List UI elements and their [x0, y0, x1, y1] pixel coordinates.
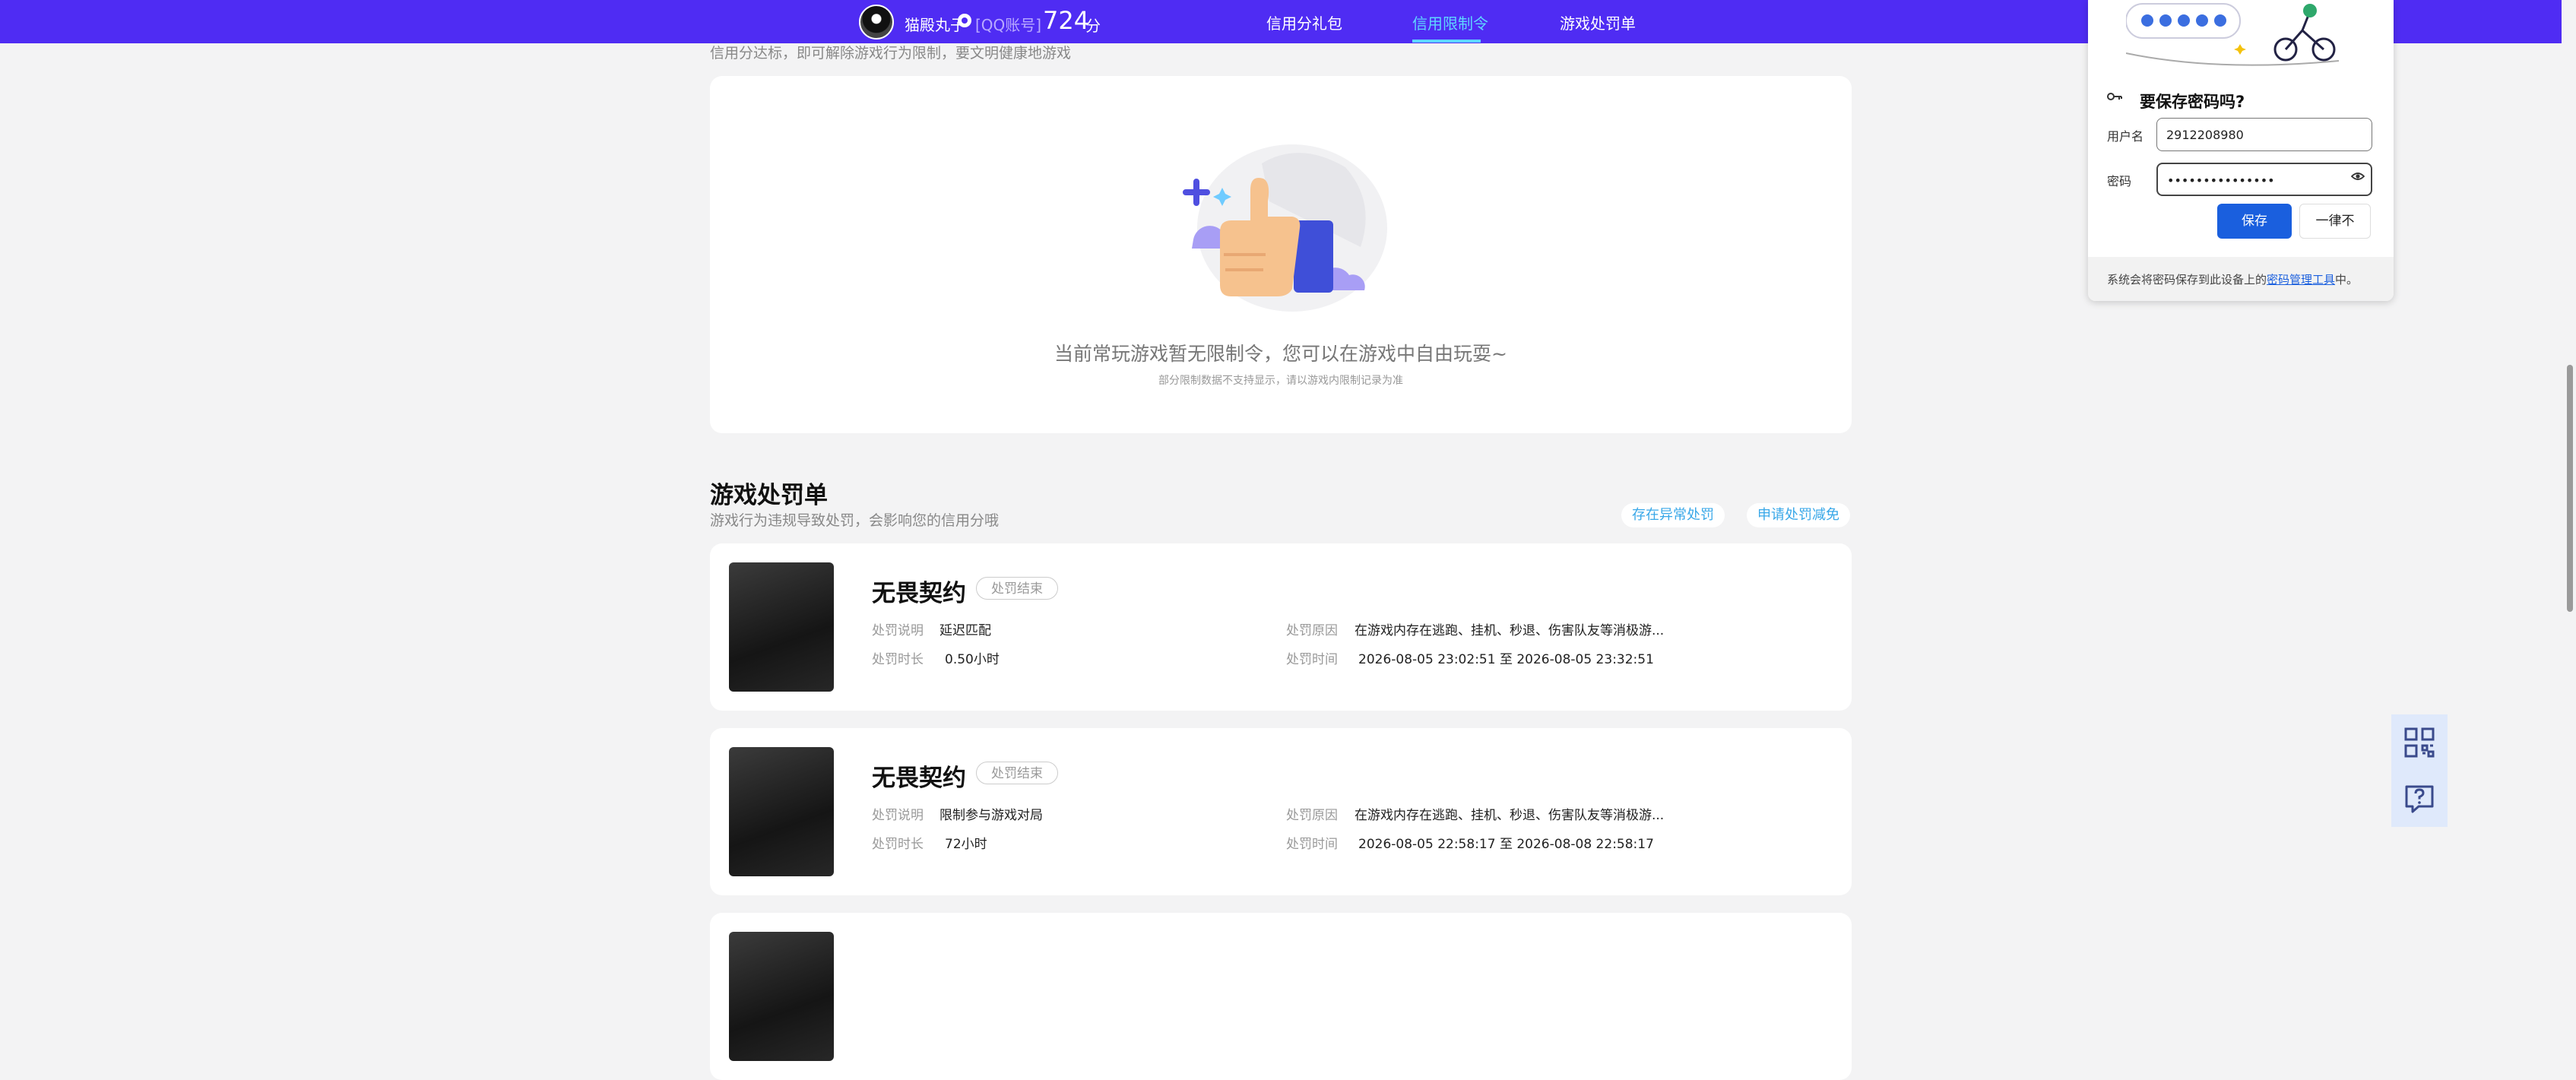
qr-code-icon — [2404, 727, 2435, 758]
save-password-title: 要保存密码吗? — [2140, 93, 2245, 111]
apply-penalty-reduction-button[interactable]: 申请处罚减免 — [1747, 503, 1850, 527]
empty-state-subtitle: 部分限制数据不支持显示，请以游戏内限制记录为准 — [1158, 375, 1403, 387]
penalty-duration-value: 72小时 — [945, 837, 987, 852]
username-label: 用户名 — [2107, 129, 2144, 144]
penalty-reason-label: 处罚原因 — [1286, 808, 1338, 823]
penalty-desc-value: 延迟匹配 — [939, 623, 991, 638]
credit-score: 724 — [1043, 6, 1090, 35]
eye-icon[interactable] — [2351, 172, 2365, 181]
penalty-time-label: 处罚时间 — [1286, 837, 1338, 852]
key-icon — [2107, 93, 2122, 100]
active-tab-indicator — [1412, 40, 1481, 43]
game-thumbnail — [729, 562, 834, 692]
penalty-record-card[interactable]: 无畏契约 处罚结束 处罚说明 限制参与游戏对局 处罚时长 72小时 处罚原因 在… — [710, 728, 1852, 895]
penalty-section-description: 游戏行为违规导致处罚，会影响您的信用分哦 — [710, 512, 1000, 529]
game-thumbnail — [729, 747, 834, 876]
penalty-desc-value: 限制参与游戏对局 — [939, 808, 1043, 823]
penalty-duration-label: 处罚时长 — [872, 652, 924, 667]
penalty-time-label: 处罚时间 — [1286, 652, 1338, 667]
penalty-reason-label: 处罚原因 — [1286, 623, 1338, 638]
game-title: 无畏契约 — [872, 765, 966, 792]
credit-score-unit: 分 — [1085, 17, 1101, 35]
penalty-duration-value: 0.50小时 — [945, 652, 1000, 667]
penalty-record-card[interactable] — [710, 913, 1852, 1080]
game-title: 无畏契约 — [872, 580, 966, 607]
empty-state-title: 当前常玩游戏暂无限制令，您可以在游戏中自由玩耍~ — [1054, 343, 1507, 365]
password-field[interactable]: ••••••••••••••• — [2156, 163, 2372, 196]
penalty-reason-value: 在游戏内存在逃跑、挂机、秒退、伤害队友等消极游... — [1355, 808, 1665, 823]
password-label: 密码 — [2107, 174, 2132, 188]
save-password-popup: 要保存密码吗? 用户名 2912208980 密码 ••••••••••••••… — [2088, 0, 2394, 301]
qq-icon — [958, 14, 971, 27]
tab-credit-gift[interactable]: 信用分礼包 — [1266, 11, 1342, 33]
abnormal-penalty-button[interactable]: 存在异常处罚 — [1621, 503, 1725, 527]
penalty-reason-value: 在游戏内存在逃跑、挂机、秒退、伤害队友等消极游... — [1355, 623, 1665, 638]
status-badge: 处罚结束 — [976, 762, 1058, 784]
never-save-button[interactable]: 一律不 — [2299, 204, 2371, 239]
penalty-record-card[interactable]: 无畏契约 处罚结束 处罚说明 延迟匹配 处罚时长 0.50小时 处罚原因 在游戏… — [710, 543, 1852, 711]
scrollbar[interactable] — [2562, 0, 2576, 942]
status-badge: 处罚结束 — [976, 577, 1058, 600]
save-password-button[interactable]: 保存 — [2217, 204, 2292, 239]
penalty-desc-label: 处罚说明 — [872, 808, 924, 823]
scrollbar-thumb[interactable] — [2567, 365, 2573, 612]
password-illustration-icon — [2126, 3, 2340, 66]
tab-game-penalty[interactable]: 游戏处罚单 — [1560, 11, 1636, 33]
penalty-section-title: 游戏处罚单 — [710, 482, 828, 509]
footer-suffix: 中。 — [2335, 273, 2359, 287]
username-field[interactable]: 2912208980 — [2156, 118, 2372, 151]
game-thumbnail — [729, 932, 834, 1061]
penalty-time-value: 2026-08-05 22:58:17 至 2026-08-08 22:58:1… — [1358, 837, 1654, 852]
save-password-footer-text: 系统会将密码保存到此设备上的密码管理工具中。 — [2107, 271, 2358, 287]
qq-account-label: [QQ账号] — [975, 16, 1042, 34]
credit-section-description: 信用分达标，即可解除游戏行为限制，要文明健康地游戏 — [710, 45, 1072, 62]
thumbs-up-illustration — [1183, 144, 1387, 312]
penalty-desc-label: 处罚说明 — [872, 623, 924, 638]
qr-code-button[interactable] — [2391, 714, 2448, 771]
penalty-time-value: 2026-08-05 23:02:51 至 2026-08-05 23:32:5… — [1358, 652, 1654, 667]
help-chat-icon — [2405, 785, 2434, 813]
tab-credit-restriction[interactable]: 信用限制令 — [1412, 11, 1488, 33]
password-manager-link[interactable]: 密码管理工具 — [2267, 273, 2335, 287]
avatar[interactable] — [859, 5, 894, 40]
penalty-duration-label: 处罚时长 — [872, 837, 924, 852]
save-password-footer: 系统会将密码保存到此设备上的密码管理工具中。 — [2088, 257, 2394, 301]
footer-prefix: 系统会将密码保存到此设备上的 — [2107, 273, 2267, 287]
help-chat-button[interactable] — [2391, 771, 2448, 827]
user-name: 猫殿丸子 — [905, 16, 965, 34]
